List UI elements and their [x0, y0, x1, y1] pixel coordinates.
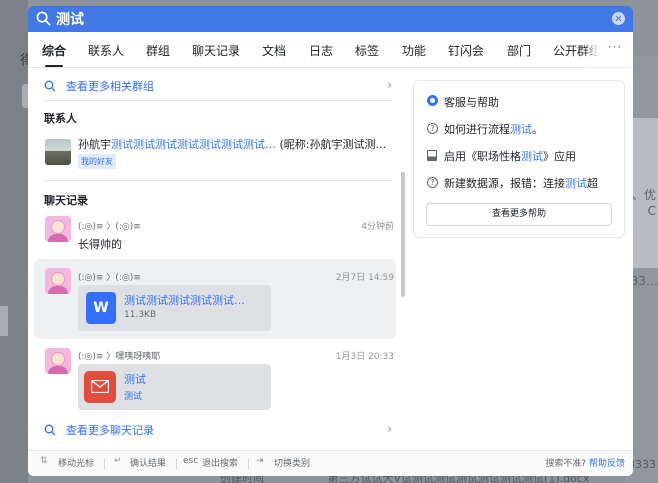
mail-card[interactable]: 测试 测试: [78, 364, 271, 410]
help-item-highlight: 测试: [521, 150, 543, 163]
message-sender: (:◎)≡ 〉(:◎)≡: [78, 273, 141, 283]
help-item-suffix: 。: [532, 123, 543, 136]
help-item-prefix: 启用《职场性格: [444, 150, 521, 163]
scrollbar[interactable]: [401, 172, 405, 297]
hint-confirm: 确认结果: [130, 459, 167, 469]
search-results-panel: 综合 联系人 群组 聊天记录 文档 日志 标签 功能 钉闪会 部门 公开群组 ·…: [28, 32, 633, 476]
contacts-section-title: 联系人: [44, 112, 77, 125]
file-name: 测试测试测试测试测试…: [124, 294, 245, 307]
search-icon: [36, 11, 51, 26]
tab-all[interactable]: 综合: [42, 42, 66, 59]
mail-title: 测试: [124, 373, 146, 386]
help-item-prefix: 如何进行流程: [444, 123, 510, 136]
file-size: 11.3KB: [124, 310, 157, 320]
help-item[interactable]: 启用《职场性格测试》应用: [444, 148, 576, 164]
message-sender: (:◎)≡ 〉(:◎)≡: [78, 222, 141, 232]
hint-switch: 切换类别: [274, 459, 311, 469]
help-item[interactable]: 新建数据源，报错：连接测试超: [444, 175, 598, 191]
more-groups-link[interactable]: 查看更多相关群组: [44, 76, 392, 96]
chevron-right-icon: ›: [387, 78, 392, 92]
background-left-panel: 得: [0, 0, 34, 483]
tab-docs[interactable]: 文档: [262, 42, 286, 59]
tab-public-groups[interactable]: 公开群组: [553, 42, 601, 59]
divider: [104, 459, 105, 469]
search-icon: [44, 80, 56, 92]
avatar[interactable]: [45, 139, 71, 165]
more-chat-label: 查看更多聊天记录: [66, 424, 154, 437]
divider: [176, 459, 177, 469]
background-text: C: [647, 204, 656, 218]
tab-more-button[interactable]: ···: [597, 32, 633, 67]
tab-groups[interactable]: 群组: [146, 42, 170, 59]
footer-hints: ⇅ 移动光标 ↵ 确认结果 esc 退出搜索 ⇥ 切换类别 搜索不准? 帮助反馈: [28, 450, 633, 476]
tab-tags[interactable]: 标签: [355, 42, 379, 59]
help-item-suffix: 超: [587, 177, 598, 190]
contact-name[interactable]: 孙航宇测试测试测试测试测试测试测试… (昵称:孙航宇测试测…: [78, 136, 396, 152]
help-item-prefix: 新建数据源，报错：连接: [444, 177, 565, 190]
divider: [248, 459, 249, 469]
enter-icon: ↵: [114, 456, 122, 466]
results-list: 查看更多相关群组 › 联系人 孙航宇测试测试测试测试测试测试测试… (昵称:孙航…: [28, 68, 408, 444]
help-title: 客服与帮助: [444, 96, 499, 109]
tab-key-icon: ⇥: [256, 456, 264, 466]
feedback-area: 搜索不准? 帮助反馈: [545, 456, 625, 469]
message-time: 1月3日 20:33: [335, 352, 394, 362]
help-item-highlight: 测试: [565, 177, 587, 190]
more-groups-label: 查看更多相关群组: [66, 80, 154, 93]
hint-move: 移动光标: [58, 459, 95, 469]
more-help-button[interactable]: 查看更多帮助: [426, 203, 612, 226]
more-chat-link[interactable]: 查看更多聊天记录: [44, 420, 392, 440]
tab-flash-meeting[interactable]: 钉闪会: [448, 42, 484, 59]
divider: [44, 100, 392, 101]
feedback-prefix: 搜索不准?: [545, 459, 587, 469]
chat-section-title: 聊天记录: [44, 194, 88, 207]
chevron-right-icon: ›: [387, 422, 392, 436]
mail-subtitle: 测试: [124, 392, 143, 402]
divider: [44, 180, 392, 181]
help-card: 客服与帮助 ? 如何进行流程测试。 启用《职场性格测试》应用 ? 新建数据源，报…: [413, 80, 625, 238]
contact-name-prefix: 孙航宇: [78, 138, 111, 151]
avatar[interactable]: [45, 348, 71, 374]
tab-contacts[interactable]: 联系人: [88, 42, 124, 59]
help-item-highlight: 测试: [510, 123, 532, 136]
message-time: 4分钟前: [361, 222, 394, 232]
background-text: 33…: [630, 274, 658, 288]
avatar[interactable]: [45, 268, 71, 294]
mail-icon: [84, 371, 116, 403]
arrows-updown-icon: ⇅: [40, 456, 48, 466]
avatar[interactable]: [45, 216, 71, 242]
hint-esc: 退出搜索: [202, 459, 239, 469]
word-file-icon: W: [86, 292, 116, 324]
help-logo-icon: [427, 95, 438, 106]
tab-chat-history[interactable]: 聊天记录: [192, 42, 240, 59]
question-icon: ?: [427, 123, 438, 134]
background-left-block: [0, 306, 8, 336]
contact-name-highlight: 测试测试测试测试测试测试测试…: [111, 138, 276, 151]
clear-icon[interactable]: [612, 12, 625, 25]
feedback-link[interactable]: 帮助反馈: [589, 459, 625, 469]
friend-tag: 我的好友: [78, 154, 116, 169]
search-bar: [28, 6, 633, 32]
background-text: 、优: [631, 188, 656, 202]
tab-logs[interactable]: 日志: [309, 42, 333, 59]
search-icon: [44, 424, 56, 436]
contact-name-suffix: (昵称:孙航宇测试测…: [276, 138, 387, 151]
app-icon: [427, 150, 437, 161]
help-item[interactable]: 如何进行流程测试。: [444, 121, 543, 137]
file-card[interactable]: W 测试测试测试测试测试… 11.3KB: [78, 285, 271, 331]
tab-active-indicator: [45, 65, 63, 67]
question-icon: ?: [427, 177, 438, 188]
tab-features[interactable]: 功能: [402, 42, 426, 59]
message-sender: (:◎)≡ 〉嘿咦呀咦耶: [78, 352, 161, 362]
message-text[interactable]: 长得帅的: [78, 236, 122, 252]
hint-esc-key: esc: [183, 456, 199, 466]
help-item-suffix: 》应用: [543, 150, 576, 163]
message-time: 2月7日 14:59: [335, 273, 394, 283]
tab-bar: 综合 联系人 群组 聊天记录 文档 日志 标签 功能 钉闪会 部门 公开群组 ·…: [28, 32, 633, 68]
tab-departments[interactable]: 部门: [507, 42, 531, 59]
search-input[interactable]: [56, 9, 596, 29]
